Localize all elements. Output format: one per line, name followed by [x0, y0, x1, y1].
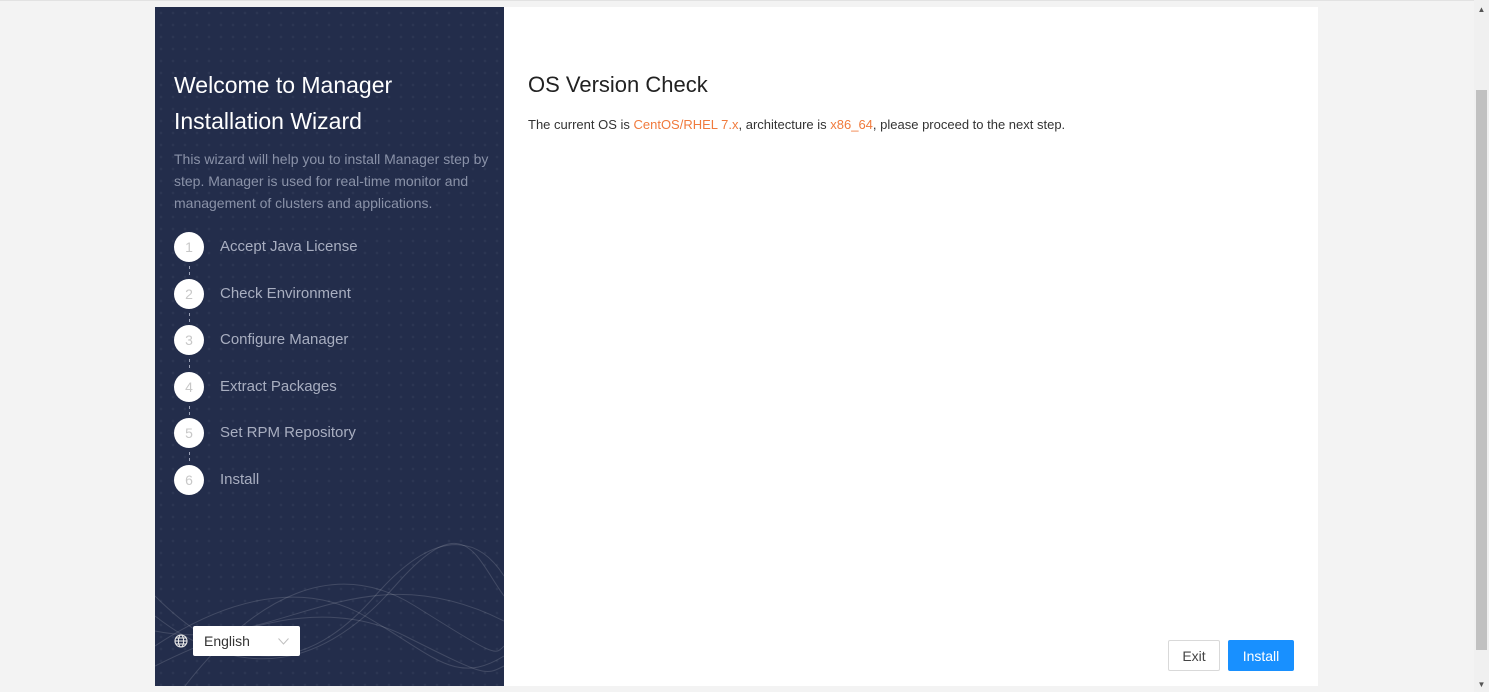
message-suffix: , please proceed to the next step.: [872, 117, 1066, 132]
step-label: Accept Java License: [220, 238, 358, 255]
step-connector: [188, 312, 191, 322]
wizard-description: This wizard will help you to install Man…: [174, 151, 489, 211]
top-border: [0, 0, 1474, 1]
step-connector: [188, 405, 191, 415]
step-label: Install: [220, 470, 260, 488]
language-switcher: English: [174, 626, 300, 656]
scroll-up-arrow-icon[interactable]: ▲: [1474, 2, 1489, 17]
message-prefix: The current OS is: [528, 117, 634, 132]
step-connector: [188, 266, 191, 275]
step-number: 4: [174, 371, 204, 402]
vertical-scrollbar[interactable]: ▲ ▼: [1474, 0, 1489, 692]
architecture-value: x86_64: [830, 117, 873, 132]
os-check-message: The current OS is CentOS/RHEL 7.x, archi…: [528, 116, 1065, 134]
language-selected-value: English: [204, 633, 250, 649]
step-configure-manager: 3 Configure Manager: [174, 325, 358, 372]
step-label: Configure Manager: [220, 331, 349, 348]
step-set-rpm-repository: 5 Set RPM Repository: [174, 418, 358, 465]
step-check-environment: 2 Check Environment: [174, 278, 358, 326]
decorative-waves: [155, 542, 504, 686]
installation-wizard: Welcome to Manager Installation Wizard T…: [155, 7, 1318, 686]
step-connector: [188, 452, 191, 461]
scrollbar-thumb[interactable]: [1476, 90, 1487, 650]
step-number: 2: [174, 278, 204, 309]
step-number: 5: [174, 418, 204, 448]
page-title: OS Version Check: [528, 72, 708, 97]
step-label: Check Environment: [220, 284, 351, 302]
exit-button[interactable]: Exit: [1168, 640, 1220, 671]
globe-icon: [174, 634, 188, 648]
install-button[interactable]: Install: [1228, 640, 1294, 671]
step-connector: [188, 359, 191, 368]
step-number: 3: [174, 325, 204, 355]
os-version-value: CentOS/RHEL 7.x: [633, 117, 739, 132]
step-extract-packages: 4 Extract Packages: [174, 371, 358, 419]
step-label: Extract Packages: [220, 377, 337, 395]
step-install: 6 Install: [174, 464, 358, 512]
scroll-down-arrow-icon[interactable]: ▼: [1474, 677, 1489, 692]
step-label: Set RPM Repository: [220, 424, 356, 441]
wizard-content: OS Version Check The current OS is CentO…: [504, 7, 1318, 686]
step-number: 6: [174, 464, 204, 495]
chevron-down-icon: [278, 637, 289, 645]
message-middle: , architecture is: [738, 117, 831, 132]
step-number: 1: [174, 232, 204, 262]
language-select[interactable]: English: [193, 626, 300, 656]
step-accept-java-license: 1 Accept Java License: [174, 232, 358, 279]
wizard-sidebar: Welcome to Manager Installation Wizard T…: [155, 7, 504, 686]
step-list: 1 Accept Java License 2 Check Environmen…: [174, 232, 358, 511]
wizard-title: Welcome to Manager Installation Wizard: [174, 72, 393, 134]
